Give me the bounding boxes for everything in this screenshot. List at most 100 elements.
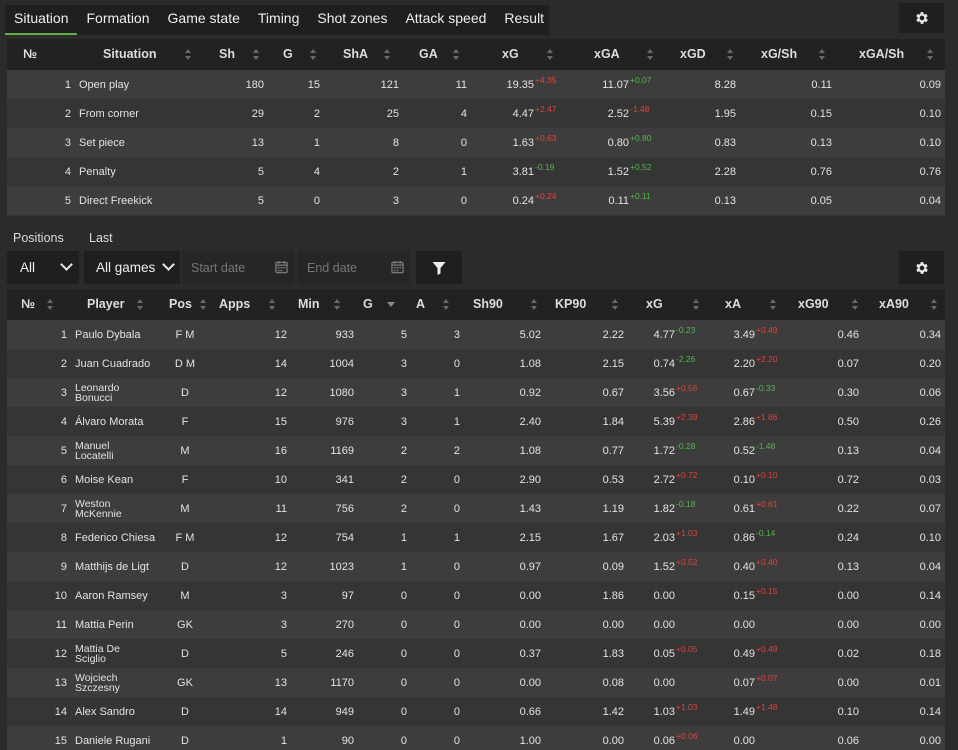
col-g[interactable]: G xyxy=(283,39,293,70)
col-player[interactable]: Player xyxy=(87,289,125,320)
col-pos[interactable]: Pos xyxy=(169,289,192,320)
col-xga[interactable]: xGA xyxy=(594,39,620,70)
col-sh90[interactable]: Sh90 xyxy=(473,289,503,320)
cell-xa-value: 0.00 xyxy=(733,618,755,631)
sort-icon[interactable] xyxy=(453,49,460,60)
cell-pos: D xyxy=(181,705,189,718)
table-row: 13 Wojciech Szczesny GK 13 1170 0 0 0.00 0.08 0.00… xyxy=(7,668,945,697)
cell-a: 1 xyxy=(453,386,460,399)
cell-apps: 16 xyxy=(274,444,287,457)
cell-xg-value: 0.24 xyxy=(512,194,534,207)
tab-game-state[interactable]: Game state xyxy=(159,5,249,35)
cell-xa-delta: +0.07 xyxy=(756,672,778,683)
sort-icon[interactable] xyxy=(727,49,734,60)
player-name[interactable]: Mattia Perin xyxy=(75,610,167,639)
sort-icon[interactable] xyxy=(200,299,207,310)
sort-icon[interactable] xyxy=(770,299,777,310)
cell-xa: 0.40 +0.40 xyxy=(707,552,797,581)
cell-ga: 0 xyxy=(460,194,467,207)
end-date-input[interactable]: End date xyxy=(298,251,410,284)
cell-min: 976 xyxy=(335,415,354,428)
col-ga[interactable]: GA xyxy=(419,39,438,70)
positions-dropdown[interactable]: All xyxy=(7,251,79,284)
players-settings-button[interactable] xyxy=(899,251,944,284)
player-name[interactable]: Daniele Rugani xyxy=(75,726,167,750)
col-xg-sh[interactable]: xG/Sh xyxy=(761,39,797,70)
col-sh[interactable]: Sh xyxy=(219,39,235,70)
sort-icon[interactable] xyxy=(185,49,192,60)
sort-icon[interactable] xyxy=(531,299,538,310)
sort-icon[interactable] xyxy=(384,49,391,60)
col-xgd[interactable]: xGD xyxy=(680,39,706,70)
col-kp90[interactable]: KP90 xyxy=(555,289,586,320)
col-xg[interactable]: xG xyxy=(502,39,519,70)
sort-icon[interactable] xyxy=(852,299,859,310)
col-g[interactable]: G xyxy=(363,289,373,320)
situation-settings-button[interactable] xyxy=(899,3,944,33)
cell-xa90: 0.06 xyxy=(919,386,941,399)
cell-xa-value: 0.61 xyxy=(733,502,755,515)
player-name[interactable]: Leonardo Bonucci xyxy=(75,378,167,407)
table-row: 6 Moise Kean F 10 341 2 0 2.90 0.53 2.72 +0.72 0.10… xyxy=(7,465,945,494)
cell-xg-value: 0.05 xyxy=(653,647,675,660)
filter-button[interactable] xyxy=(416,251,462,284)
player-name[interactable]: Federico Chiesa xyxy=(75,523,167,552)
tab-formation[interactable]: Formation xyxy=(77,5,158,35)
player-name[interactable]: Paulo Dybala xyxy=(75,320,167,349)
tab-attack-speed[interactable]: Attack speed xyxy=(396,5,495,35)
player-name[interactable]: Weston McKennie xyxy=(75,494,167,523)
players-table-header: № Player Pos Apps Min G A Sh90 KP90 xG x… xyxy=(7,289,945,320)
player-full-name: Daniele Rugani xyxy=(75,734,151,747)
col-situation[interactable]: Situation xyxy=(103,39,156,70)
col-sha[interactable]: ShA xyxy=(343,39,368,70)
tab-result[interactable]: Result xyxy=(495,5,553,35)
tab-situation[interactable]: Situation xyxy=(5,5,78,35)
cell-xg: 0.00 xyxy=(627,610,717,639)
table-row: 5 Manuel Locatelli M 16 1169 2 2 1.08 0.77 1.72 -0.… xyxy=(7,436,945,465)
sort-icon[interactable] xyxy=(334,299,341,310)
sort-icon[interactable] xyxy=(253,49,260,60)
cell-xa: 0.49 +0.49 xyxy=(707,639,797,668)
player-name[interactable]: Juan Cuadrado xyxy=(75,349,167,378)
row-number: 5 xyxy=(64,194,71,207)
col-xga-sh[interactable]: xGA/Sh xyxy=(859,39,904,70)
player-name[interactable]: Manuel Locatelli xyxy=(75,436,167,465)
col-xg90[interactable]: xG90 xyxy=(798,289,829,320)
player-name[interactable]: Wojciech Szczesny xyxy=(75,668,167,697)
start-date-input[interactable]: Start date xyxy=(182,251,294,284)
sort-icon[interactable] xyxy=(443,299,450,310)
row-number: 3 xyxy=(60,386,67,399)
sort-icon[interactable] xyxy=(931,299,938,310)
sort-icon[interactable] xyxy=(647,49,654,60)
tab-timing[interactable]: Timing xyxy=(249,5,309,35)
col-min[interactable]: Min xyxy=(298,289,320,320)
col-xa[interactable]: xA xyxy=(725,289,741,320)
player-name[interactable]: Alex Sandro xyxy=(75,697,167,726)
cell-xg-delta: -2.26 xyxy=(676,353,696,364)
sort-desc-icon[interactable] xyxy=(387,302,395,307)
player-name[interactable]: Aaron Ramsey xyxy=(75,581,167,610)
sort-icon[interactable] xyxy=(612,299,619,310)
player-name[interactable]: Matthijs de Ligt xyxy=(75,552,167,581)
sort-icon[interactable] xyxy=(47,299,54,310)
player-full-name: Álvaro Morata xyxy=(75,415,144,428)
col-a[interactable]: A xyxy=(416,289,425,320)
player-name[interactable]: Álvaro Morata xyxy=(75,407,167,436)
games-dropdown[interactable]: All games xyxy=(84,251,180,284)
tab-shot-zones[interactable]: Shot zones xyxy=(308,5,396,35)
sort-icon[interactable] xyxy=(547,49,554,60)
sort-icon[interactable] xyxy=(927,49,934,60)
table-row: 11 Mattia Perin GK 3 270 0 0 0.00 0.00 0.00 0.00 0.… xyxy=(7,610,945,639)
sort-icon[interactable] xyxy=(137,299,144,310)
sort-icon[interactable] xyxy=(693,299,700,310)
sort-icon[interactable] xyxy=(819,49,826,60)
col-xa90[interactable]: xA90 xyxy=(879,289,909,320)
sort-icon[interactable] xyxy=(310,49,317,60)
col-apps[interactable]: Apps xyxy=(219,289,250,320)
cell-sh90: 0.00 xyxy=(519,618,541,631)
col-xg[interactable]: xG xyxy=(646,289,663,320)
player-name[interactable]: Mattia De Sciglio xyxy=(75,639,167,668)
sort-icon[interactable] xyxy=(269,299,276,310)
player-name[interactable]: Moise Kean xyxy=(75,465,167,494)
cell-xg: 0.00 xyxy=(627,668,717,697)
